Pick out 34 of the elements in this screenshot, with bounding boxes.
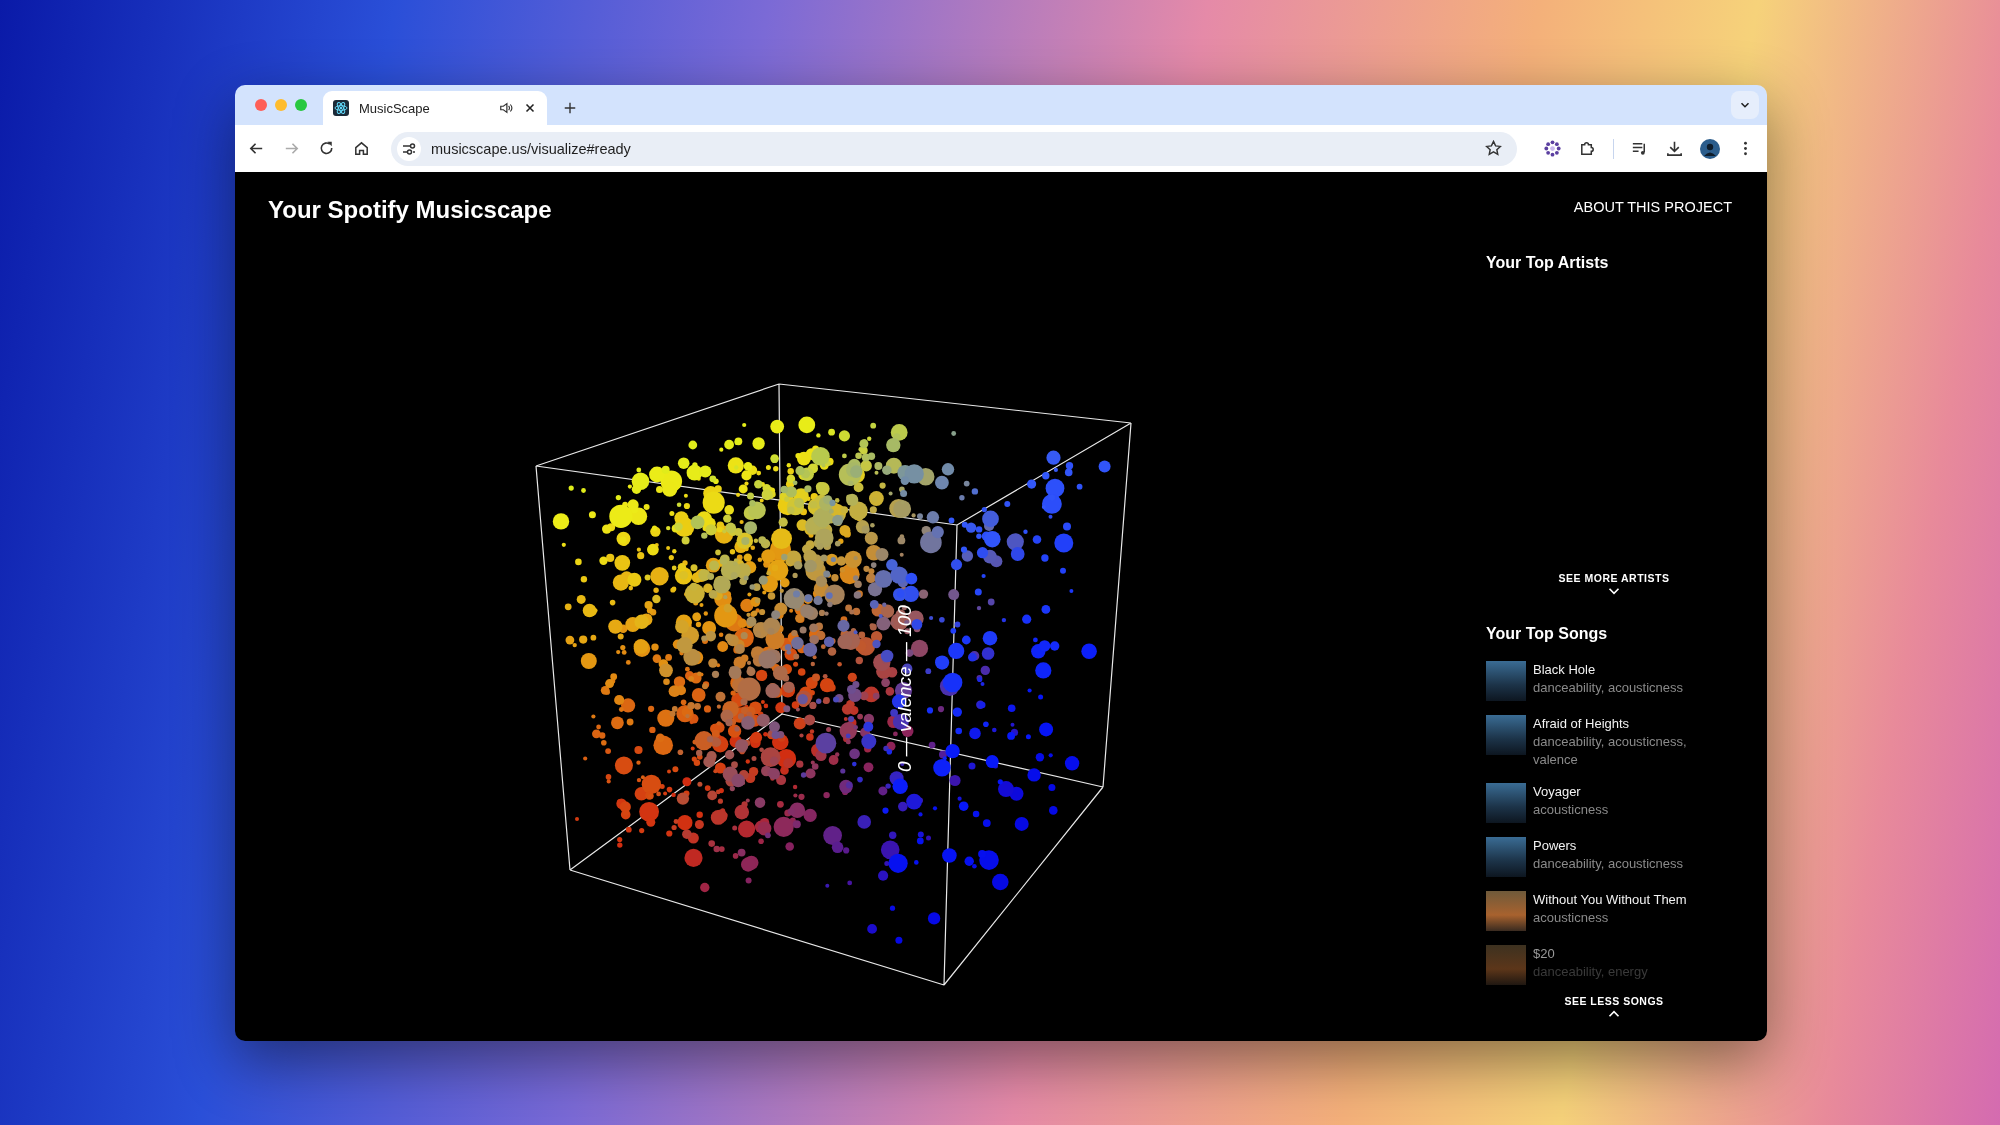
song-item[interactable]: Voyager acousticness — [1486, 783, 1732, 823]
see-more-artists-button[interactable]: SEE MORE ARTISTS — [1558, 572, 1670, 595]
address-bar[interactable]: musicscape.us/visualize#ready — [391, 131, 1517, 166]
download-icon[interactable] — [1665, 139, 1684, 158]
chevron-down-icon — [1608, 587, 1620, 595]
song-item[interactable]: Black Hole danceability, acousticness — [1486, 661, 1732, 701]
album-cover-placeholder — [1486, 783, 1526, 823]
new-tab-icon[interactable] — [563, 101, 577, 115]
atom-icon — [333, 100, 349, 116]
section-heading: Your Top Songs — [1486, 625, 1609, 643]
song-item[interactable]: Without You Without Them acousticness — [1486, 891, 1732, 931]
bookmark-star-icon[interactable] — [1484, 139, 1503, 158]
song-item[interactable]: $20 danceability, energy — [1486, 945, 1732, 985]
album-cover-placeholder — [1486, 891, 1526, 931]
chevron-up-icon — [1608, 1010, 1620, 1018]
song-item[interactable]: Afraid of Heights danceability, acousticness, valence — [1486, 715, 1732, 769]
album-cover-placeholder — [1486, 661, 1526, 701]
song-item[interactable]: Powers danceability, acousticness — [1486, 837, 1732, 877]
flower-extension-icon[interactable] — [1543, 139, 1562, 158]
home-icon[interactable] — [352, 139, 371, 158]
page-title: Your Spotify Musicscape — [268, 196, 552, 224]
browser-tab[interactable]: MusicScape — [323, 91, 547, 125]
album-cover-placeholder — [1486, 837, 1526, 877]
album-cover-placeholder — [1486, 945, 1526, 985]
profile-avatar-icon[interactable] — [1700, 138, 1720, 159]
section-heading: Your Top Artists — [1486, 254, 1610, 272]
album-cover-placeholder — [1486, 715, 1526, 755]
close-icon[interactable] — [523, 101, 537, 115]
see-less-songs-button[interactable]: SEE LESS SONGS — [1564, 995, 1664, 1018]
site-settings-icon[interactable] — [397, 136, 421, 161]
speaker-icon[interactable] — [499, 101, 513, 115]
axis-label: 0 — valence — 100 — [894, 605, 915, 772]
puzzle-icon[interactable] — [1578, 139, 1597, 158]
about-link[interactable]: ABOUT THIS PROJECT — [1573, 199, 1732, 215]
